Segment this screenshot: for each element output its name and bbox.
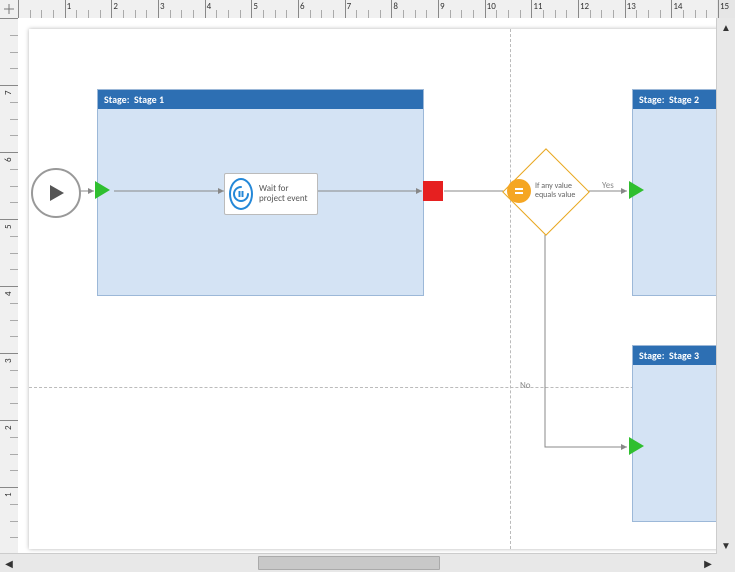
canvas-page[interactable]: Stage: Stage 1 Stage: Stage 2 Stage: Sta… — [29, 29, 717, 549]
scroll-down-arrow[interactable]: ▼ — [717, 536, 735, 554]
scroll-up-arrow[interactable]: ▲ — [717, 18, 735, 36]
page-break-horizontal — [29, 387, 717, 388]
stage-name: Stage 2 — [669, 93, 699, 106]
stage-name: Stage 3 — [669, 349, 699, 362]
scroll-track[interactable] — [18, 554, 699, 572]
node-wait-for-event[interactable]: Wait for project event — [224, 173, 318, 215]
canvas-viewport[interactable]: Stage: Stage 1 Stage: Stage 2 Stage: Sta… — [18, 18, 717, 554]
condition-content: If any value equals value — [507, 179, 587, 203]
scroll-corner — [717, 554, 735, 572]
connector-label-no: No — [520, 380, 531, 391]
scrollbar-vertical[interactable]: ▲ ▼ — [716, 18, 735, 554]
scroll-right-arrow[interactable]: ▶ — [699, 554, 717, 572]
stage-prefix: Stage: — [639, 349, 664, 362]
play-icon — [45, 182, 67, 204]
enter-stage-icon[interactable] — [629, 181, 644, 199]
stage-prefix: Stage: — [104, 93, 129, 106]
stage-prefix: Stage: — [639, 93, 664, 106]
scrollbar-horizontal[interactable]: ◀ ▶ — [0, 553, 717, 572]
scroll-track[interactable] — [719, 36, 733, 536]
enter-stage-icon[interactable] — [95, 181, 110, 199]
ruler-corner[interactable] — [0, 0, 19, 19]
swimlane-stage-2[interactable]: Stage: Stage 2 — [632, 89, 717, 296]
node-label: Wait for project event — [259, 184, 309, 204]
enter-stage-icon[interactable] — [629, 437, 644, 455]
connector-label-yes: Yes — [602, 180, 614, 191]
scroll-thumb[interactable] — [258, 556, 440, 570]
swimlane-stage-3[interactable]: Stage: Stage 3 — [632, 345, 717, 522]
designer-root: 123456789101112131415 76543210 Stage: St… — [0, 0, 735, 572]
page-break-vertical — [510, 29, 511, 549]
equals-icon — [507, 179, 531, 203]
pause-icon — [229, 178, 253, 210]
ruler-vertical[interactable]: 76543210 — [0, 18, 19, 554]
stage-name: Stage 1 — [134, 93, 164, 106]
condition-label: If any value equals value — [535, 182, 587, 200]
scroll-left-arrow[interactable]: ◀ — [0, 554, 18, 572]
workflow-start[interactable] — [31, 168, 81, 218]
swimlane-header: Stage: Stage 1 — [98, 90, 423, 109]
stage-transition-stop[interactable] — [423, 181, 443, 201]
swimlane-header: Stage: Stage 3 — [633, 346, 717, 365]
swimlane-header: Stage: Stage 2 — [633, 90, 717, 109]
ruler-horizontal[interactable]: 123456789101112131415 — [18, 0, 717, 19]
